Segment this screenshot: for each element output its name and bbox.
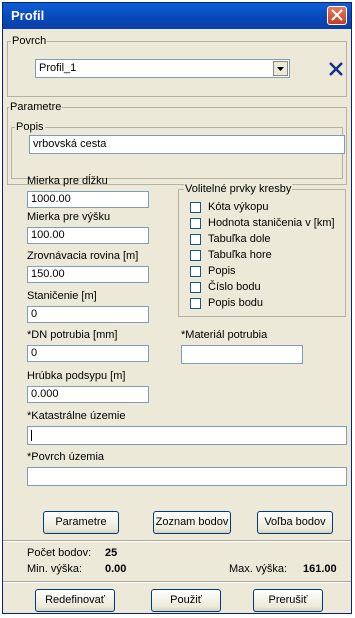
dn-input[interactable]: 0 — [27, 345, 149, 362]
material-input[interactable] — [181, 345, 303, 364]
mierka-vyska-input[interactable]: 100.00 — [27, 227, 149, 244]
stanicenie-label: Staničenie [m] — [27, 290, 97, 302]
zoznam-bodov-button[interactable]: Zoznam bodov — [153, 511, 231, 534]
redefinovat-button[interactable]: Redefinovať — [35, 589, 115, 612]
popis-input-value: vrbovská cesta — [33, 138, 107, 150]
checkbox-kota-vykopu[interactable] — [190, 202, 201, 213]
checkbox-label: Kóta výkopu — [208, 201, 269, 213]
stanicenie-value: 0 — [31, 308, 38, 320]
volitelne-group-label: Volitelné prvky kresby — [184, 183, 293, 195]
close-icon — [331, 9, 343, 21]
popis-group-label: Popis — [15, 121, 45, 133]
mierka-vyska-value: 100.00 — [31, 229, 65, 241]
delete-profile-button[interactable] — [326, 59, 346, 79]
title-bar[interactable]: Profil — [3, 3, 351, 29]
povrch-uzemia-input[interactable] — [27, 467, 347, 486]
zrovnavacia-value: 150.00 — [31, 268, 65, 280]
checkbox-popis-bodu[interactable] — [190, 298, 201, 309]
checkbox-tabulka-hore[interactable] — [190, 250, 201, 261]
min-vyska-label: Min. výška: — [27, 563, 83, 575]
separator — [3, 540, 351, 542]
povrch-uzemia-label: *Povrch územia — [27, 451, 105, 463]
parametre-button[interactable]: Parametre — [43, 511, 119, 534]
hrubka-label: Hrúbka podsypu [m] — [27, 370, 126, 382]
povrch-select[interactable]: Profil_1 — [35, 59, 290, 78]
mierka-dlzka-label: Mierka pre dĺžku — [27, 175, 108, 187]
window-title: Profil — [11, 8, 45, 23]
chevron-down-icon — [277, 67, 284, 71]
min-vyska-value: 0.00 — [105, 563, 127, 575]
checkbox-label: Popis — [208, 265, 236, 277]
katastralne-input[interactable] — [27, 426, 347, 445]
text-cursor — [31, 430, 32, 441]
stanicenie-input[interactable]: 0 — [27, 306, 149, 323]
material-label: *Materiál potrubia — [181, 329, 268, 341]
checkbox-label: Hodnota staničenia v [km] — [208, 217, 335, 229]
checkbox-cislo-bodu[interactable] — [190, 282, 201, 293]
dn-label: *DN potrubia [mm] — [27, 329, 118, 341]
prerusit-button[interactable]: Prerušiť — [253, 589, 323, 612]
mierka-dlzka-input[interactable]: 1000.00 — [27, 191, 149, 208]
pocet-bodov-value: 25 — [105, 547, 118, 559]
pocet-bodov-label: Počet bodov: — [27, 547, 92, 559]
checkbox-hodnota-stanicenia[interactable] — [190, 218, 201, 229]
mierka-dlzka-value: 1000.00 — [31, 193, 71, 205]
close-button[interactable] — [327, 6, 347, 25]
separator — [3, 581, 351, 583]
hrubka-input[interactable]: 0.000 — [27, 386, 149, 403]
mierka-vyska-label: Mierka pre výšku — [27, 211, 111, 223]
hrubka-value: 0.000 — [31, 388, 59, 400]
povrch-select-value: Profil_1 — [39, 62, 77, 74]
checkbox-tabulka-dole[interactable] — [190, 234, 201, 245]
dn-value: 0 — [31, 347, 38, 359]
max-vyska-value: 161.00 — [303, 563, 337, 575]
checkbox-label: Popis bodu — [208, 297, 264, 309]
zrovnavacia-input[interactable]: 150.00 — [27, 266, 149, 283]
checkbox-label: Tabuľka hore — [208, 249, 272, 261]
delete-x-icon — [329, 62, 343, 76]
parametre-group-label: Parametre — [9, 101, 63, 113]
checkbox-label: Číslo bodu — [208, 281, 261, 293]
povrch-group-label: Povrch — [11, 35, 48, 47]
dropdown-arrow-button[interactable] — [273, 61, 288, 76]
popis-input[interactable]: vrbovská cesta — [29, 135, 345, 154]
volba-bodov-button[interactable]: Voľba bodov — [257, 511, 333, 534]
pouzit-button[interactable]: Použiť — [151, 589, 221, 612]
max-vyska-label: Max. výška: — [229, 563, 288, 575]
checkbox-popis[interactable] — [190, 266, 201, 277]
katastralne-label: *Katastrálne územie — [27, 410, 126, 422]
profil-dialog: Profil Povrch Profil_1 Parametre Popis v… — [2, 2, 352, 614]
zrovnavacia-label: Zrovnávacia rovina [m] — [27, 250, 139, 262]
checkbox-label: Tabuľka dole — [208, 233, 271, 245]
